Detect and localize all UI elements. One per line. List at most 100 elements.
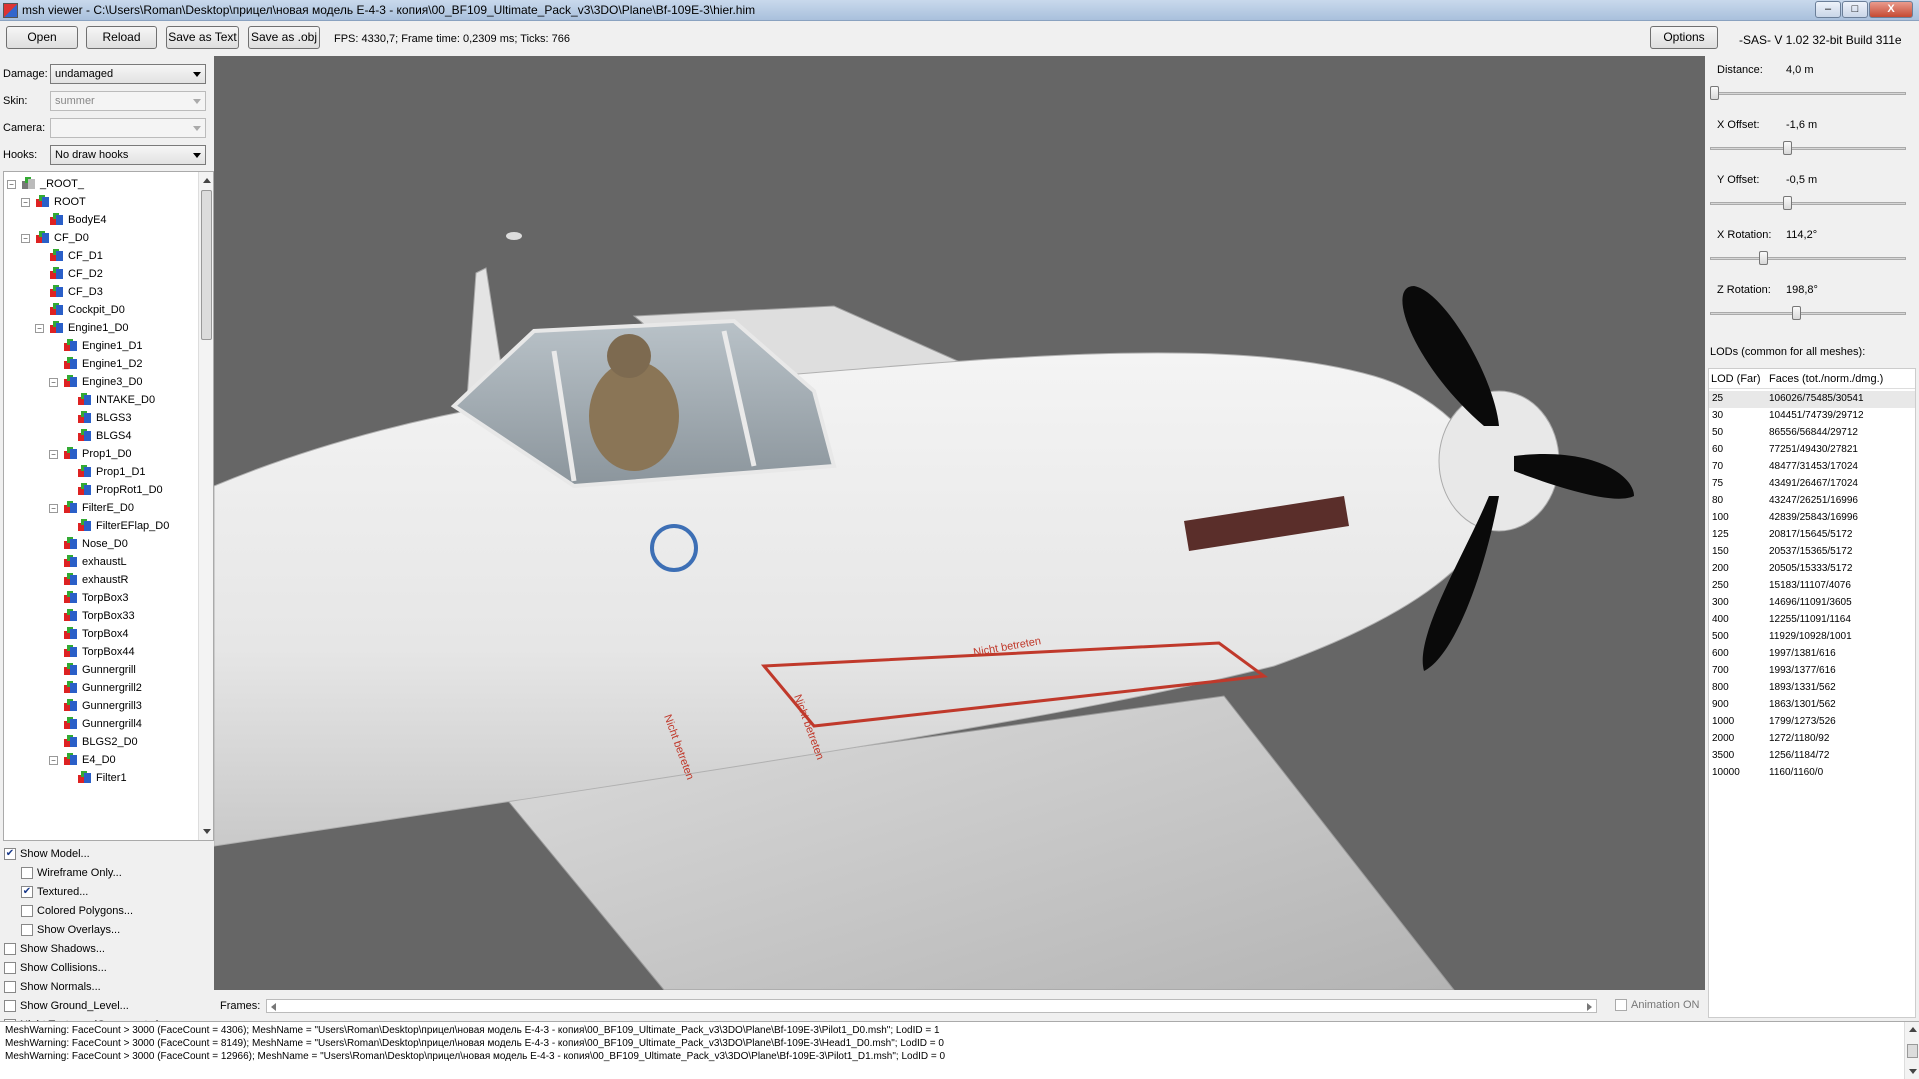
- hooks-select[interactable]: No draw hooks: [50, 145, 206, 165]
- checkbox-icon[interactable]: [4, 943, 16, 955]
- tree-node[interactable]: CF_D2: [35, 265, 103, 283]
- mesh-hierarchy-tree[interactable]: − _ROOT_ − ROOT BodyE4− CF_D0 CF_D1 CF_D2 CF_D3 C…: [3, 171, 214, 841]
- tree-node[interactable]: Prop1_D1: [63, 463, 146, 481]
- lod-row[interactable]: 200 20505/15333/5172: [1709, 561, 1915, 578]
- lod-row[interactable]: 125 20817/15645/5172: [1709, 527, 1915, 544]
- checkbox-icon[interactable]: [21, 867, 33, 879]
- tree-node[interactable]: − ROOT: [21, 193, 86, 211]
- lod-row[interactable]: 1000 1799/1273/526: [1709, 714, 1915, 731]
- lod-row[interactable]: 500 11929/10928/1001: [1709, 629, 1915, 646]
- tree-node[interactable]: − _ROOT_: [7, 175, 84, 193]
- tree-node[interactable]: Nose_D0: [49, 535, 128, 553]
- tree-node[interactable]: Gunnergrill2: [49, 679, 142, 697]
- maximize-button[interactable]: □: [1842, 1, 1868, 18]
- tree-node[interactable]: Cockpit_D0: [35, 301, 125, 319]
- checkbox-checked-icon[interactable]: ✔: [21, 886, 33, 898]
- lod-row[interactable]: 60 77251/49430/27821: [1709, 442, 1915, 459]
- tree-node[interactable]: − E4_D0: [49, 751, 116, 769]
- scroll-left-icon[interactable]: [271, 1003, 276, 1011]
- collapse-icon[interactable]: −: [49, 449, 58, 459]
- save-as-text-button[interactable]: Save as Text: [166, 26, 239, 49]
- tree-node[interactable]: − Engine1_D0: [35, 319, 129, 337]
- tree-node[interactable]: INTAKE_D0: [63, 391, 155, 409]
- tree-node[interactable]: FilterEFlap_D0: [63, 517, 169, 535]
- scroll-up-icon[interactable]: [203, 178, 211, 183]
- tree-node[interactable]: CF_D3: [35, 283, 103, 301]
- param-slider[interactable]: [1710, 251, 1906, 265]
- tree-node[interactable]: TorpBox33: [49, 607, 135, 625]
- collapse-icon[interactable]: −: [49, 755, 58, 765]
- checkbox-icon[interactable]: [4, 981, 16, 993]
- lod-row[interactable]: 700 1993/1377/616: [1709, 663, 1915, 680]
- option-toggle[interactable]: Show Overlays...: [21, 921, 120, 939]
- tree-node[interactable]: − Engine3_D0: [49, 373, 143, 391]
- lod-row[interactable]: 50 86556/56844/29712: [1709, 425, 1915, 442]
- tree-node[interactable]: BLGS3: [63, 409, 131, 427]
- lod-row[interactable]: 75 43491/26467/17024: [1709, 476, 1915, 493]
- param-slider[interactable]: [1710, 141, 1906, 155]
- collapse-icon[interactable]: −: [7, 179, 16, 189]
- minimize-button[interactable]: –: [1815, 1, 1841, 18]
- tree-node[interactable]: − Prop1_D0: [49, 445, 132, 463]
- option-toggle[interactable]: Show Ground_Level...: [4, 997, 129, 1015]
- scroll-down-icon[interactable]: [203, 829, 211, 834]
- lod-row[interactable]: 10000 1160/1160/0: [1709, 765, 1915, 782]
- lod-row[interactable]: 70 48477/31453/17024: [1709, 459, 1915, 476]
- checkbox-icon[interactable]: [4, 1000, 16, 1012]
- tree-node[interactable]: − FilterE_D0: [49, 499, 134, 517]
- tree-node[interactable]: Gunnergrill: [49, 661, 136, 679]
- collapse-icon[interactable]: −: [21, 233, 30, 243]
- param-slider[interactable]: [1710, 86, 1906, 100]
- lod-row[interactable]: 25 106026/75485/30541: [1709, 391, 1915, 408]
- skin-select[interactable]: summer: [50, 91, 206, 111]
- tree-node[interactable]: BodyE4: [35, 211, 107, 229]
- tree-node[interactable]: Engine1_D1: [49, 337, 143, 355]
- damage-select[interactable]: undamaged: [50, 64, 206, 84]
- lod-row[interactable]: 100 42839/25843/16996: [1709, 510, 1915, 527]
- scroll-down-icon[interactable]: [1909, 1069, 1917, 1074]
- scroll-right-icon[interactable]: [1587, 1003, 1592, 1011]
- close-button[interactable]: X: [1869, 1, 1913, 18]
- tree-node[interactable]: exhaustR: [49, 571, 128, 589]
- tree-node[interactable]: TorpBox3: [49, 589, 128, 607]
- lod-row[interactable]: 150 20537/15365/5172: [1709, 544, 1915, 561]
- tree-node[interactable]: Filter1: [63, 769, 127, 787]
- scroll-thumb[interactable]: [1907, 1044, 1918, 1058]
- tree-node[interactable]: Engine1_D2: [49, 355, 143, 373]
- lod-row[interactable]: 30 104451/74739/29712: [1709, 408, 1915, 425]
- scroll-up-icon[interactable]: [1909, 1027, 1917, 1032]
- checkbox-checked-icon[interactable]: ✔: [4, 848, 16, 860]
- camera-select[interactable]: [50, 118, 206, 138]
- tree-node[interactable]: CF_D1: [35, 247, 103, 265]
- slider-handle[interactable]: [1792, 306, 1802, 320]
- slider-handle[interactable]: [1710, 86, 1719, 100]
- option-toggle[interactable]: Show Shadows...: [4, 940, 105, 958]
- param-slider[interactable]: [1710, 196, 1906, 210]
- lod-row[interactable]: 3500 1256/1184/72: [1709, 748, 1915, 765]
- scroll-thumb[interactable]: [201, 190, 212, 340]
- option-toggle[interactable]: ✔ Textured...: [21, 883, 88, 901]
- 3d-viewport[interactable]: Nicht betreten Nicht betreten Nicht betr…: [214, 56, 1705, 990]
- lod-row[interactable]: 250 15183/11107/4076: [1709, 578, 1915, 595]
- lod-row[interactable]: 300 14696/11091/3605: [1709, 595, 1915, 612]
- lod-row[interactable]: 80 43247/26251/16996: [1709, 493, 1915, 510]
- message-log[interactable]: MeshWarning: FaceCount > 3000 (FaceCount…: [0, 1021, 1919, 1079]
- collapse-icon[interactable]: −: [49, 377, 58, 387]
- lod-table[interactable]: LOD (Far) Faces (tot./norm./dmg.) 25 1060…: [1708, 368, 1916, 1018]
- checkbox-icon[interactable]: [21, 924, 33, 936]
- checkbox-icon[interactable]: [21, 905, 33, 917]
- option-toggle[interactable]: Show Collisions...: [4, 959, 107, 977]
- tree-node[interactable]: exhaustL: [49, 553, 127, 571]
- tree-scrollbar[interactable]: [198, 172, 213, 840]
- slider-handle[interactable]: [1782, 196, 1792, 210]
- tree-node[interactable]: BLGS2_D0: [49, 733, 138, 751]
- frames-slider[interactable]: [266, 999, 1597, 1013]
- collapse-icon[interactable]: −: [21, 197, 30, 207]
- lod-row[interactable]: 900 1863/1301/562: [1709, 697, 1915, 714]
- options-button[interactable]: Options: [1650, 26, 1718, 49]
- tree-node[interactable]: PropRot1_D0: [63, 481, 163, 499]
- tree-node[interactable]: − CF_D0: [21, 229, 89, 247]
- checkbox-icon[interactable]: [4, 962, 16, 974]
- lod-row[interactable]: 400 12255/11091/1164: [1709, 612, 1915, 629]
- option-toggle[interactable]: Colored Polygons...: [21, 902, 133, 920]
